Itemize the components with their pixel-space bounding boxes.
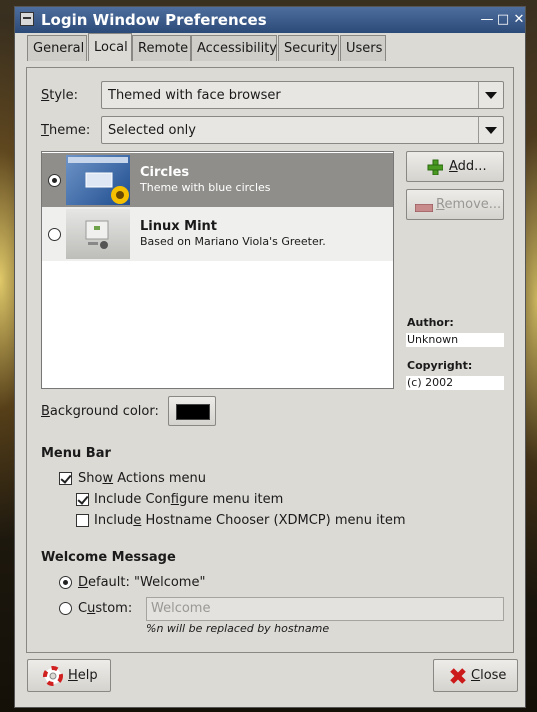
theme-radio-circles[interactable] [48,174,61,187]
add-button-label: Add... [449,159,487,174]
theme-value: Selected only [108,123,196,138]
style-combo[interactable]: Themed with face browser [101,81,504,109]
close-window-button[interactable]: ✕ [511,12,527,28]
show-actions-checkbox[interactable] [59,472,72,485]
hostname-hint: %n will be replaced by hostname [146,622,330,635]
chevron-down-icon [478,117,503,143]
custom-welcome-input[interactable]: Welcome [146,597,504,621]
theme-combo[interactable]: Selected only [101,116,504,144]
include-hostname-checkbox[interactable] [76,514,89,527]
remove-icon [414,201,434,216]
welcome-message-heading: Welcome Message [41,550,176,565]
chevron-down-icon [478,82,503,108]
background-color-button[interactable] [168,396,216,426]
tab-users[interactable]: Users [340,35,386,61]
theme-row-circles[interactable]: Circles Theme with blue circles [42,153,393,207]
show-actions-label[interactable]: Show Actions menu [78,471,206,486]
help-button-label: Help [68,668,98,683]
linux-mint-thumbnail [66,209,130,259]
tab-remote[interactable]: Remote [132,35,191,61]
tab-security[interactable]: Security [278,35,339,61]
maximize-button[interactable]: □ [495,12,511,28]
style-value: Themed with face browser [108,88,281,103]
tab-accessibility-label: Accessibility [197,41,277,56]
style-label: Style: [41,88,79,103]
copyright-value: (c) 2002 [406,376,504,390]
tab-users-label: Users [346,41,383,56]
green-plus-icon [427,159,444,179]
welcome-custom-label[interactable]: Custom: [78,601,132,616]
minimize-button[interactable]: — [479,12,495,28]
theme-label: Theme: [41,123,91,138]
background-color-label: Background color: [41,404,159,419]
close-button-label: Close [471,668,507,683]
tab-remote-label: Remote [138,41,189,56]
theme-row-linux-mint[interactable]: Linux Mint Based on Mariano Viola's Gree… [42,207,393,261]
theme-description: Based on Mariano Viola's Greeter. [140,235,326,248]
circles-thumbnail [66,155,130,205]
remove-button-label: Remove... [436,197,502,212]
theme-description: Theme with blue circles [140,181,271,194]
lifebuoy-icon [43,666,63,690]
theme-list[interactable]: Circles Theme with blue circles Linux Mi… [41,151,394,389]
author-label: Author: [407,316,454,329]
add-theme-button[interactable]: Add... [406,151,504,182]
welcome-default-radio[interactable] [59,576,72,589]
red-x-icon [449,667,467,689]
title-bar[interactable]: Login Window Preferences — □ ✕ [15,7,525,33]
include-configure-label[interactable]: Include Configure menu item [94,492,283,507]
author-value: Unknown [406,333,504,347]
tab-general-label: General [33,41,85,56]
menu-bar-heading: Menu Bar [41,446,111,461]
include-configure-checkbox[interactable] [76,493,89,506]
tab-accessibility[interactable]: Accessibility [191,35,277,61]
window-title: Login Window Preferences [41,11,267,29]
tab-security-label: Security [284,41,338,56]
color-swatch [176,404,210,420]
copyright-label: Copyright: [407,359,473,372]
theme-name: Linux Mint [140,219,218,234]
welcome-default-label[interactable]: Default: "Welcome" [78,575,205,590]
theme-radio-linux-mint[interactable] [48,228,61,241]
tab-local-label: Local [94,40,128,55]
window-menu-icon[interactable] [20,12,34,26]
help-button[interactable]: Help [27,659,111,692]
remove-theme-button[interactable]: Remove... [406,189,504,220]
tab-general[interactable]: General [27,35,87,61]
welcome-custom-radio[interactable] [59,602,72,615]
theme-name: Circles [140,165,190,180]
close-button[interactable]: Close [433,659,518,692]
tab-local[interactable]: Local [88,33,132,61]
include-hostname-label[interactable]: Include Hostname Chooser (XDMCP) menu it… [94,513,406,528]
